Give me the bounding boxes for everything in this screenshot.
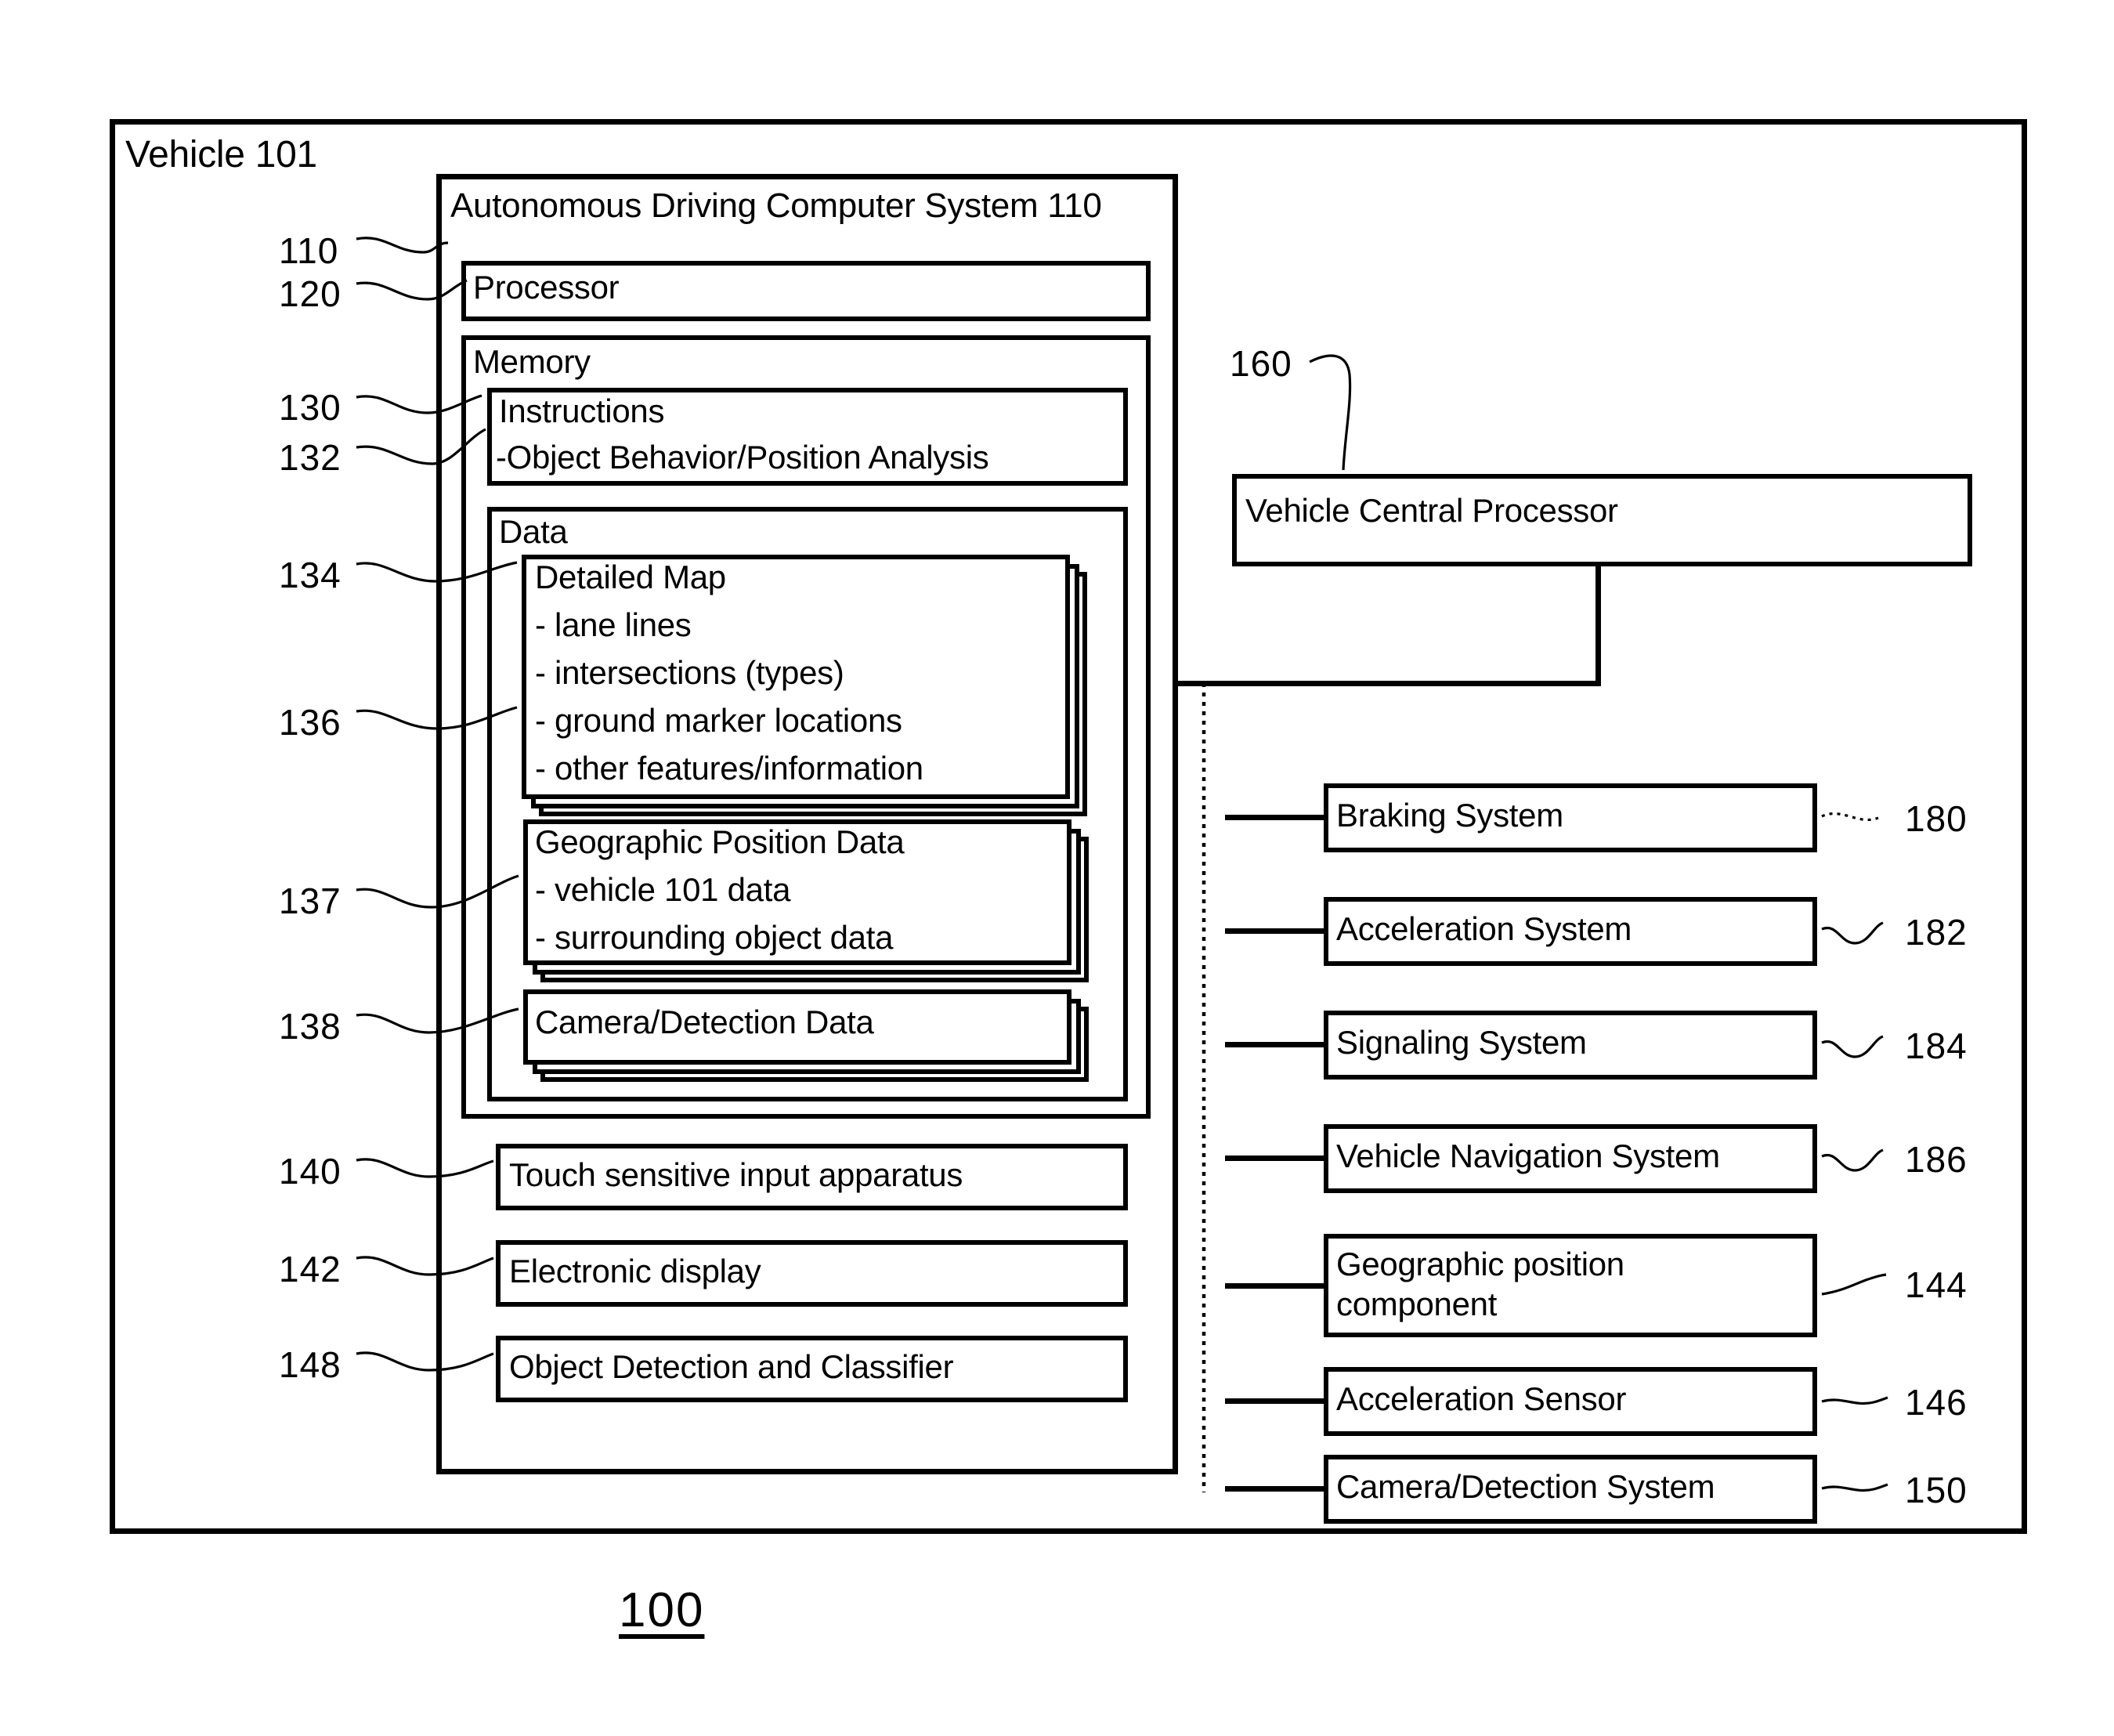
- detailed-map-item-2: - ground marker locations: [535, 702, 902, 739]
- vcp-to-adcs-horizontal-wire: [1178, 681, 1601, 686]
- ref-182: 182: [1905, 912, 1968, 953]
- ref-150: 150: [1905, 1470, 1968, 1510]
- ref-134: 134: [279, 555, 341, 595]
- signaling-system-stub-wire: [1225, 1042, 1327, 1047]
- ref-186: 186: [1905, 1139, 1968, 1180]
- detailed-map-item-3: - other features/information: [535, 750, 923, 787]
- acceleration-sensor-label: Acceleration Sensor: [1336, 1380, 1627, 1417]
- vcp-drop-wire: [1595, 566, 1601, 685]
- acceleration-system-stub-wire: [1225, 928, 1327, 934]
- ref-132: 132: [279, 437, 341, 478]
- ref-136: 136: [279, 702, 341, 743]
- vehicle-central-processor-label: Vehicle Central Processor: [1245, 492, 1618, 529]
- patent-figure-canvas: Vehicle 101 Autonomous Driving Computer …: [0, 0, 2114, 1736]
- touch-input-label: Touch sensitive input apparatus: [509, 1156, 963, 1193]
- processor-label: Processor: [473, 269, 620, 306]
- ref-130: 130: [279, 387, 341, 428]
- geographic-position-component-label: Geographic position component: [1336, 1246, 1624, 1323]
- geo-position-data-item-0: - vehicle 101 data: [535, 871, 791, 908]
- camera-detection-system-stub-wire: [1225, 1486, 1327, 1492]
- geographic-position-component-stub-wire: [1225, 1283, 1327, 1289]
- signaling-system-label: Signaling System: [1336, 1024, 1587, 1061]
- ref-137: 137: [279, 881, 341, 921]
- ref-110: 110: [279, 230, 339, 271]
- ref-144: 144: [1905, 1264, 1968, 1305]
- ref-120: 120: [279, 273, 341, 314]
- ref-160: 160: [1230, 343, 1292, 384]
- instructions-title: Instructions: [499, 392, 665, 429]
- acceleration-system-label: Acceleration System: [1336, 910, 1632, 947]
- ref-146: 146: [1905, 1382, 1968, 1423]
- detailed-map-item-0: - lane lines: [535, 606, 692, 643]
- memory-label: Memory: [473, 343, 591, 380]
- geo-position-data-title: Geographic Position Data: [535, 823, 905, 860]
- acceleration-sensor-stub-wire: [1225, 1398, 1327, 1404]
- ref-184: 184: [1905, 1025, 1968, 1066]
- adcs-title: Autonomous Driving Computer System 110: [450, 186, 1102, 225]
- electronic-display-label: Electronic display: [509, 1253, 761, 1289]
- instructions-analysis-line: -Object Behavior/Position Analysis: [496, 439, 989, 476]
- camera-detection-data-title: Camera/Detection Data: [535, 1004, 874, 1040]
- vehicle-navigation-system-label: Vehicle Navigation System: [1336, 1137, 1720, 1174]
- vehicle-outer-label: Vehicle 101: [125, 134, 317, 175]
- detailed-map-item-1: - intersections (types): [535, 654, 844, 691]
- ref-180: 180: [1905, 798, 1968, 839]
- vehicle-navigation-system-stub-wire: [1225, 1156, 1327, 1161]
- braking-system-label: Braking System: [1336, 797, 1563, 834]
- detailed-map-title: Detailed Map: [535, 559, 726, 595]
- object-detection-classifier-label: Object Detection and Classifier: [509, 1348, 954, 1385]
- figure-number: 100: [619, 1583, 705, 1637]
- geo-position-data-item-1: - surrounding object data: [535, 919, 894, 956]
- data-label: Data: [499, 513, 568, 550]
- ref-140: 140: [279, 1151, 341, 1192]
- camera-detection-system-label: Camera/Detection System: [1336, 1468, 1715, 1505]
- ref-148: 148: [279, 1344, 341, 1385]
- ref-142: 142: [279, 1249, 341, 1289]
- braking-system-stub-wire: [1225, 815, 1327, 820]
- ref-138: 138: [279, 1006, 341, 1047]
